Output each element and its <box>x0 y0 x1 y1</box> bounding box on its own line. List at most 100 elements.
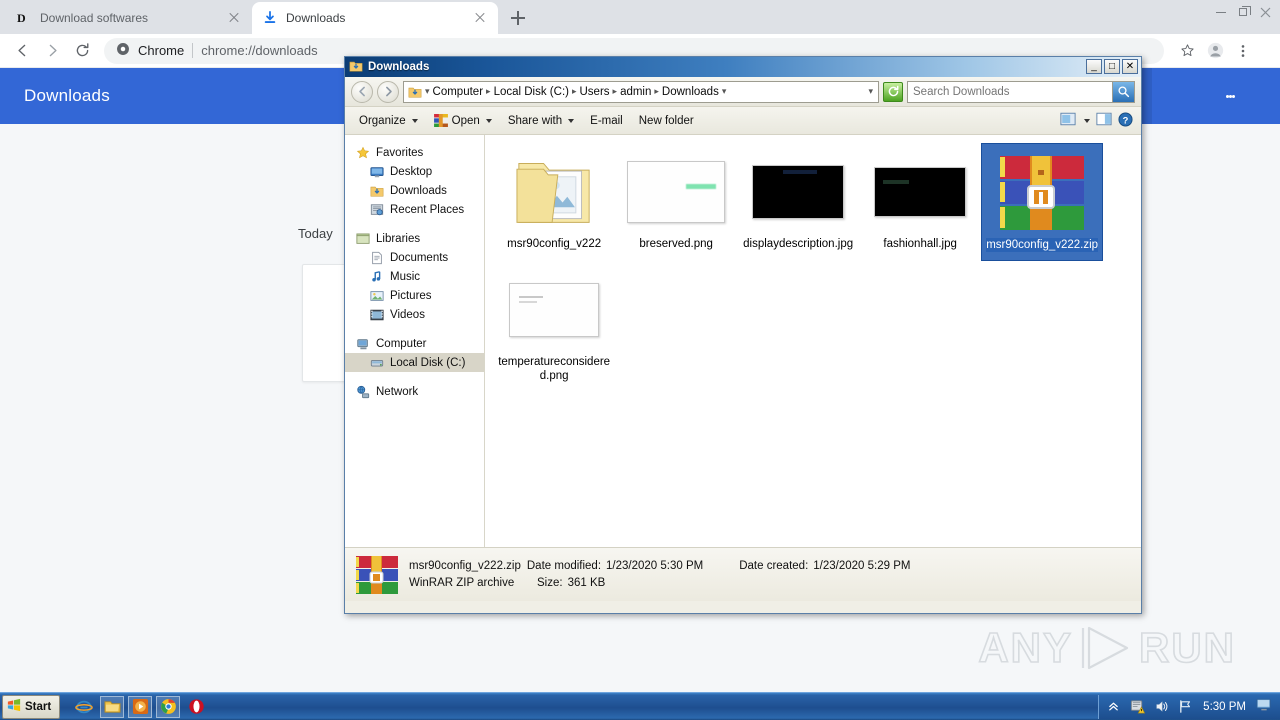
displaydescription-thumb <box>752 165 845 219</box>
breadcrumb-item-local-disk[interactable]: Local Disk (C:) <box>494 86 569 98</box>
opera-icon[interactable] <box>184 696 208 718</box>
browser-tab-downloads[interactable]: Downloads <box>252 2 498 34</box>
sidebar-item-videos[interactable]: Videos <box>345 305 484 324</box>
open-button[interactable]: Open <box>428 111 498 130</box>
file-item-displaydescription[interactable]: displaydescription.jpg <box>737 143 859 261</box>
preview-pane-icon[interactable] <box>1060 112 1076 129</box>
sidebar-item-label: Network <box>376 385 419 398</box>
forward-icon[interactable] <box>377 80 399 103</box>
maximize-window-button[interactable] <box>1232 2 1254 22</box>
view-caret-icon[interactable] <box>1084 118 1090 123</box>
sidebar-item-label: Computer <box>376 337 427 350</box>
file-item-breserved[interactable]: breserved.png <box>615 143 737 261</box>
breadcrumb-item-users[interactable]: Users <box>580 86 610 98</box>
breadcrumb[interactable]: ▾ Computer ▸ Local Disk (C:) ▸ Users ▸ a… <box>403 80 879 103</box>
breadcrumb-item-admin[interactable]: admin <box>620 86 651 98</box>
avatar[interactable] <box>1202 38 1228 64</box>
volume-icon[interactable] <box>1153 699 1169 715</box>
sidebar-item-favorites[interactable]: Favorites <box>345 143 484 162</box>
sidebar-item-computer[interactable]: Computer <box>345 334 484 353</box>
sidebar-item-pictures[interactable]: Pictures <box>345 286 484 305</box>
breadcrumb-caret-icon[interactable]: ▸ <box>612 86 619 97</box>
sidebar-item-label: Recent Places <box>390 203 465 216</box>
chevron-down-icon <box>568 118 575 123</box>
details-row-2: WinRAR ZIP archive Size: 361 KB <box>409 577 910 589</box>
search-downloads-box[interactable] <box>907 80 1135 103</box>
chrome-menu-icon[interactable] <box>1230 38 1256 64</box>
bookmark-star-icon[interactable] <box>1174 38 1200 64</box>
winrar-zip-icon <box>355 555 399 595</box>
close-icon[interactable] <box>472 10 488 26</box>
detail-file-type: WinRAR ZIP archive <box>409 577 515 589</box>
search-icon[interactable] <box>1112 81 1134 102</box>
back-icon[interactable] <box>351 80 373 103</box>
sidebar-item-network[interactable]: Network <box>345 382 484 401</box>
new-folder-button[interactable]: New folder <box>633 112 700 130</box>
organize-button[interactable]: Organize <box>353 112 424 130</box>
email-button[interactable]: E-mail <box>584 112 629 130</box>
forward-icon[interactable] <box>38 37 66 65</box>
explorer-view-controls: ? <box>1060 111 1133 130</box>
download-icon <box>262 10 278 26</box>
url-text: chrome://downloads <box>201 43 318 58</box>
tab-title: Download softwares <box>40 11 149 25</box>
breadcrumb-caret-icon[interactable]: ▾ <box>424 86 431 97</box>
svg-text:?: ? <box>1123 115 1129 125</box>
minimize-window-button[interactable] <box>1210 2 1232 22</box>
explorer-title-bar[interactable]: Downloads _ □ ✕ <box>345 57 1141 77</box>
address-history-dropdown-icon[interactable]: ▾ <box>867 86 874 97</box>
windows-explorer-icon[interactable] <box>100 695 125 718</box>
desktop-icon <box>369 164 385 180</box>
new-tab-button[interactable] <box>504 4 532 32</box>
breadcrumb-caret-icon[interactable]: ▸ <box>571 86 578 97</box>
reload-icon[interactable] <box>68 37 96 65</box>
help-icon[interactable]: ? <box>1118 111 1133 130</box>
network-flag-icon[interactable] <box>1177 699 1193 715</box>
show-hidden-icons-icon[interactable] <box>1105 699 1121 715</box>
explorer-minimize-button[interactable]: _ <box>1086 59 1102 74</box>
breadcrumb-caret-icon[interactable]: ▸ <box>653 86 660 97</box>
internet-explorer-icon[interactable] <box>72 696 96 718</box>
sidebar-item-music[interactable]: Music <box>345 267 484 286</box>
file-item-fashionhall[interactable]: fashionhall.jpg <box>859 143 981 261</box>
sidebar-item-label: Downloads <box>390 184 447 197</box>
sidebar-item-recent-places[interactable]: Recent Places <box>345 200 484 219</box>
browser-tab-download-softwares[interactable]: D Download softwares <box>6 2 252 34</box>
file-item-folder[interactable]: msr90config_v222 <box>493 143 615 261</box>
layout-pane-icon[interactable] <box>1096 112 1112 129</box>
sidebar-item-label: Music <box>390 270 421 283</box>
back-icon[interactable] <box>8 37 36 65</box>
nav-group-favorites: Favorites Desktop Downloads Recent Place… <box>345 143 484 219</box>
close-window-button[interactable] <box>1254 2 1276 22</box>
sidebar-item-documents[interactable]: Documents <box>345 248 484 267</box>
explorer-file-list[interactable]: msr90config_v222 breserved.png displayde… <box>485 135 1141 547</box>
file-item-temperatureconsidered[interactable]: temperatureconsidered.png <box>493 261 615 383</box>
computer-icon <box>355 336 371 352</box>
start-button[interactable]: Start <box>2 694 61 719</box>
sidebar-item-local-disk-c[interactable]: Local Disk (C:) <box>345 353 485 372</box>
close-icon[interactable] <box>226 10 242 26</box>
explorer-maximize-button[interactable]: □ <box>1104 59 1120 74</box>
clock[interactable]: 5:30 PM <box>1201 701 1248 713</box>
breadcrumb-caret-icon[interactable]: ▾ <box>721 86 728 97</box>
search-input[interactable] <box>913 85 1109 98</box>
show-desktop-icon[interactable] <box>1256 697 1272 717</box>
explorer-close-button[interactable]: ✕ <box>1122 59 1138 74</box>
sidebar-item-libraries[interactable]: Libraries <box>345 229 484 248</box>
image-thumbnail <box>509 267 600 353</box>
sidebar-item-downloads[interactable]: Downloads <box>345 181 484 200</box>
share-with-button[interactable]: Share with <box>502 112 580 130</box>
sidebar-item-label: Videos <box>390 308 425 321</box>
chrome-icon[interactable] <box>156 695 181 718</box>
breadcrumb-item-downloads[interactable]: Downloads <box>662 86 719 98</box>
refresh-icon[interactable] <box>883 81 903 102</box>
action-center-warning-icon[interactable] <box>1129 699 1145 715</box>
breadcrumb-item-computer[interactable]: Computer <box>433 86 484 98</box>
screen-root: D Download softwares Downloads Chrome ch… <box>0 0 1280 720</box>
kebab-menu-icon[interactable] <box>1210 68 1250 124</box>
media-player-icon[interactable] <box>128 695 153 718</box>
breadcrumb-caret-icon[interactable]: ▸ <box>485 86 492 97</box>
sidebar-item-desktop[interactable]: Desktop <box>345 162 484 181</box>
file-item-zip-selected[interactable]: msr90config_v222.zip <box>981 143 1104 261</box>
file-name-label: breserved.png <box>639 238 713 250</box>
